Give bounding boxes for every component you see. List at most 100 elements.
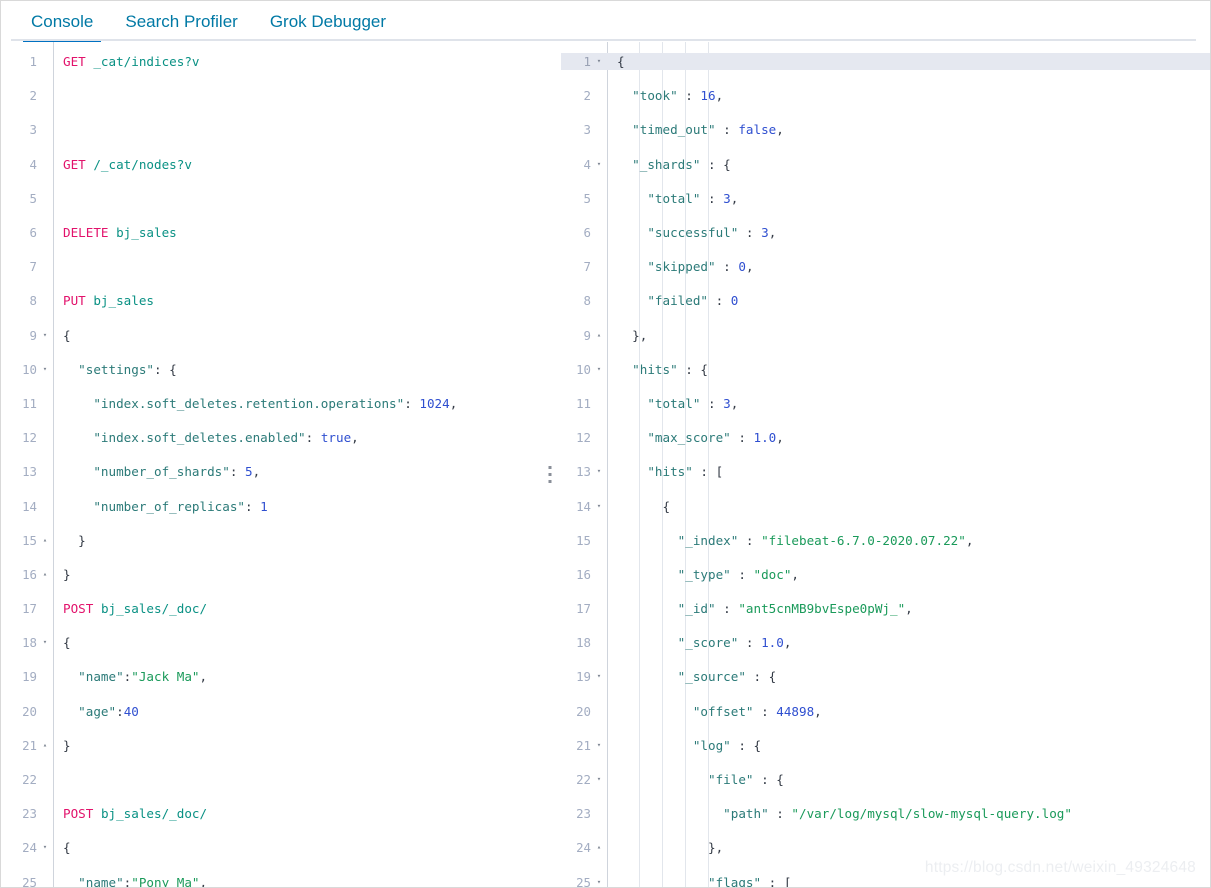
code-line[interactable]: 17 "_id" : "ant5cnMB9bvEspe0pWj_",: [561, 600, 1210, 617]
fold-toggle-icon[interactable]: ▾: [594, 361, 604, 378]
code-line[interactable]: 4 ▾ "_shards" : {: [561, 156, 1210, 173]
code-text: "name":"Pony Ma",: [78, 874, 208, 887]
code-line[interactable]: 24 ▾ {: [1, 839, 538, 856]
code-line[interactable]: 2: [1, 87, 538, 104]
line-number: 2: [29, 88, 37, 104]
line-number: 1: [583, 54, 591, 69]
code-text: "index.soft_deletes.enabled": true,: [93, 430, 359, 446]
code-line[interactable]: 9 ▾ {: [1, 327, 538, 344]
code-line[interactable]: 14 ▾ {: [561, 498, 1210, 515]
code-text: {: [63, 635, 71, 651]
fold-toggle-icon[interactable]: ▾: [594, 53, 604, 70]
request-lines[interactable]: 1 GET _cat/indices?v 2 3 4 GET /_cat/nodes?v 5…: [1, 53, 538, 887]
code-line[interactable]: 25 "name":"Pony Ma",: [1, 874, 538, 887]
fold-toggle-icon[interactable]: ▴: [40, 566, 50, 583]
code-line[interactable]: 16 ▴}: [1, 566, 538, 583]
code-line[interactable]: 11 "index.soft_deletes.retention.operati…: [1, 395, 538, 412]
code-line[interactable]: 21 ▴}: [1, 737, 538, 754]
code-text: "offset" : 44898,: [692, 703, 822, 719]
line-number: 15: [22, 532, 37, 548]
code-line[interactable]: 17 POST bj_sales/_doc/: [1, 600, 538, 617]
line-number: 16: [576, 566, 591, 582]
code-line[interactable]: 24 ▴ },: [561, 839, 1210, 856]
code-line[interactable]: 11 "total" : 3,: [561, 395, 1210, 412]
tab-grok-debugger[interactable]: Grok Debugger: [254, 13, 402, 41]
pane-resizer[interactable]: [538, 42, 561, 887]
code-line[interactable]: 23 "path" : "/var/log/mysql/slow-mysql-q…: [561, 805, 1210, 822]
code-line[interactable]: 8 PUT bj_sales: [1, 292, 538, 309]
fold-toggle-icon[interactable]: ▾: [594, 737, 604, 754]
code-line[interactable]: 10 ▾ "hits" : {: [561, 361, 1210, 378]
code-line[interactable]: 22: [1, 771, 538, 788]
code-line[interactable]: 12 "index.soft_deletes.enabled": true,: [1, 429, 538, 446]
code-text: "total" : 3,: [647, 190, 739, 206]
request-pane: 1 GET _cat/indices?v 2 3 4 GET /_cat/nodes?v 5…: [1, 42, 538, 887]
fold-toggle-icon[interactable]: ▾: [594, 463, 604, 480]
code-line[interactable]: 23 POST bj_sales/_doc/: [1, 805, 538, 822]
fold-toggle-icon[interactable]: ▾: [40, 327, 50, 344]
response-editor[interactable]: 1 ▾{ 2 "took" : 16, 3 "timed_out" : false, 4…: [561, 42, 1210, 887]
tab-search-profiler[interactable]: Search Profiler: [109, 13, 253, 41]
code-line[interactable]: 6 DELETE bj_sales: [1, 224, 538, 241]
code-text: GET /_cat/nodes?v: [63, 156, 192, 172]
response-lines[interactable]: 1 ▾{ 2 "took" : 16, 3 "timed_out" : false, 4…: [561, 53, 1210, 887]
line-number: 14: [576, 498, 591, 514]
fold-toggle-icon[interactable]: ▾: [594, 874, 604, 887]
request-editor[interactable]: 1 GET _cat/indices?v 2 3 4 GET /_cat/nodes?v 5…: [1, 42, 538, 887]
code-line[interactable]: 10 ▾ "settings": {: [1, 361, 538, 378]
resizer-grip-icon[interactable]: [548, 466, 551, 483]
code-line[interactable]: 1 GET _cat/indices?v: [1, 53, 538, 70]
line-number: 5: [583, 190, 591, 206]
fold-toggle-icon[interactable]: ▾: [594, 771, 604, 788]
code-text: GET _cat/indices?v: [63, 54, 200, 69]
code-line[interactable]: 15 ▴ }: [1, 532, 538, 549]
code-line[interactable]: 13 "number_of_shards": 5,: [1, 463, 538, 480]
code-text: "file" : {: [708, 772, 784, 788]
code-line[interactable]: 3: [1, 121, 538, 138]
code-line[interactable]: 13 ▾ "hits" : [: [561, 463, 1210, 480]
code-line[interactable]: 19 "name":"Jack Ma",: [1, 668, 538, 685]
fold-toggle-icon[interactable]: ▴: [40, 737, 50, 754]
line-number: 5: [29, 190, 37, 206]
code-line[interactable]: 9 ▴ },: [561, 327, 1210, 344]
code-line[interactable]: 1 ▾ {: [561, 53, 1210, 71]
tab-console[interactable]: Console: [15, 13, 109, 42]
code-line[interactable]: 18 "_score" : 1.0,: [561, 634, 1210, 651]
code-line[interactable]: 7 "skipped" : 0,: [561, 258, 1210, 275]
code-text: "_source" : {: [677, 669, 777, 685]
fold-toggle-icon[interactable]: ▾: [40, 634, 50, 651]
watermark-text: https://blog.csdn.net/weixin_49324648: [924, 859, 1196, 876]
fold-toggle-icon[interactable]: ▴: [594, 839, 604, 856]
code-line[interactable]: 12 "max_score" : 1.0,: [561, 429, 1210, 446]
tab-search-profiler-label: Search Profiler: [125, 12, 238, 31]
code-line[interactable]: 3 "timed_out" : false,: [561, 121, 1210, 138]
fold-toggle-icon[interactable]: ▾: [40, 839, 50, 856]
code-line[interactable]: 22 ▾ "file" : {: [561, 771, 1210, 788]
code-line[interactable]: 16 "_type" : "doc",: [561, 566, 1210, 583]
fold-toggle-icon[interactable]: ▴: [40, 532, 50, 549]
code-line[interactable]: 21 ▾ "log" : {: [561, 737, 1210, 754]
code-line[interactable]: 7: [1, 258, 538, 275]
fold-toggle-icon[interactable]: ▾: [594, 156, 604, 173]
fold-toggle-icon[interactable]: ▾: [594, 668, 604, 685]
code-line[interactable]: 20 "age":40: [1, 703, 538, 720]
code-text: "max_score" : 1.0,: [647, 430, 784, 446]
code-text: }: [63, 737, 71, 753]
code-line[interactable]: 19 ▾ "_source" : {: [561, 668, 1210, 685]
code-text: "index.soft_deletes.retention.operations…: [93, 395, 458, 411]
code-line[interactable]: 6 "successful" : 3,: [561, 224, 1210, 241]
code-line[interactable]: 5 "total" : 3,: [561, 190, 1210, 207]
code-line[interactable]: 18 ▾ {: [1, 634, 538, 651]
code-line[interactable]: 5: [1, 190, 538, 207]
code-line[interactable]: 14 "number_of_replicas": 1: [1, 498, 538, 515]
code-line[interactable]: 15 "_index" : "filebeat-6.7.0-2020.07.22…: [561, 532, 1210, 549]
fold-toggle-icon[interactable]: ▾: [40, 361, 50, 378]
fold-toggle-icon[interactable]: ▴: [594, 327, 604, 344]
code-line[interactable]: 20 "offset" : 44898,: [561, 703, 1210, 720]
line-number: 12: [22, 430, 37, 446]
fold-toggle-icon[interactable]: ▾: [594, 498, 604, 515]
code-line[interactable]: 2 "took" : 16,: [561, 87, 1210, 104]
code-text: "successful" : 3,: [647, 224, 777, 240]
code-line[interactable]: 8 "failed" : 0: [561, 292, 1210, 309]
code-line[interactable]: 4 GET /_cat/nodes?v: [1, 156, 538, 173]
